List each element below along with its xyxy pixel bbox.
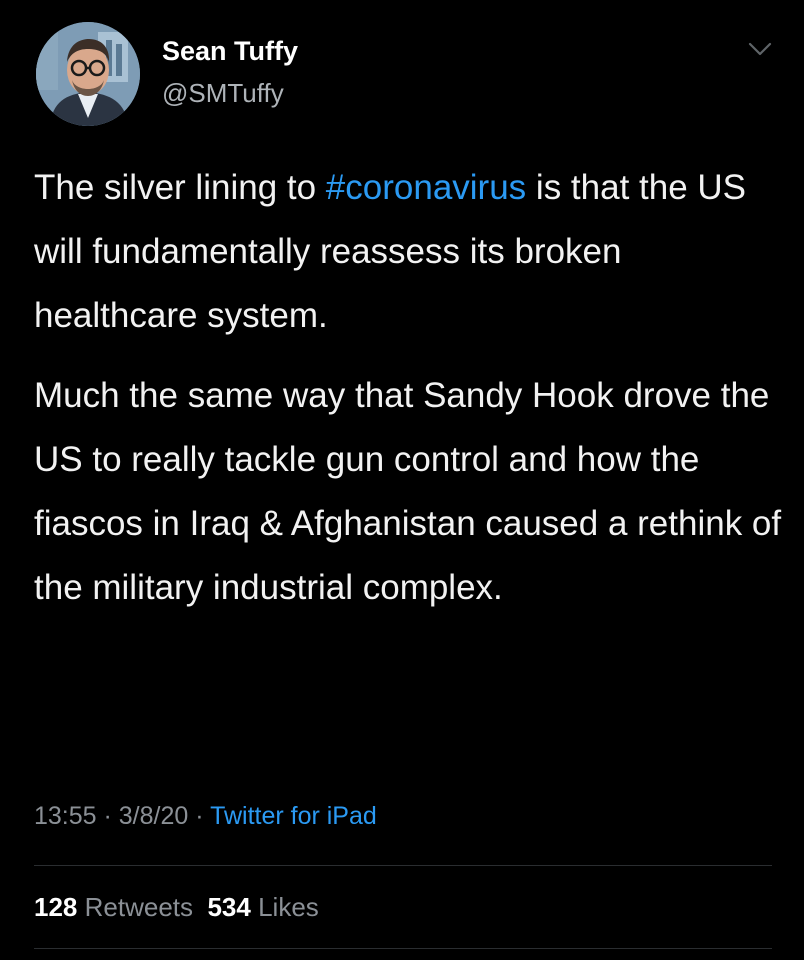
hashtag-link[interactable]: #coronavirus xyxy=(326,168,526,207)
author-handle[interactable]: @SMTuffy xyxy=(162,78,284,109)
tweet-source-link[interactable]: Twitter for iPad xyxy=(210,802,377,830)
tweet-paragraph-1: The silver lining to #coronavirus is tha… xyxy=(34,156,784,348)
tweet: Sean Tuffy @SMTuffy The silver lining to… xyxy=(0,0,804,960)
likes-stat[interactable]: 534 Likes xyxy=(207,892,318,922)
meta-separator: · xyxy=(188,802,211,830)
divider xyxy=(34,865,772,866)
tweet-time[interactable]: 13:55 xyxy=(34,802,97,830)
divider xyxy=(34,948,772,949)
tweet-text: The silver lining to #coronavirus is tha… xyxy=(34,156,784,620)
retweets-label: Retweets xyxy=(84,892,194,922)
tweet-paragraph-2: Much the same way that Sandy Hook drove … xyxy=(34,376,782,607)
retweets-count: 128 xyxy=(34,892,78,922)
author-display-name[interactable]: Sean Tuffy xyxy=(162,36,298,67)
likes-count: 534 xyxy=(207,892,251,922)
tweet-stats: 128 Retweets 534 Likes xyxy=(34,892,319,923)
likes-label: Likes xyxy=(258,892,319,922)
chevron-down-icon[interactable] xyxy=(746,38,774,60)
tweet-text-part: The silver lining to xyxy=(34,168,326,207)
tweet-meta: 13:55 · 3/8/20 · Twitter for iPad xyxy=(34,802,377,831)
retweets-stat[interactable]: 128 Retweets xyxy=(34,892,193,922)
avatar[interactable] xyxy=(36,22,140,126)
meta-separator: · xyxy=(96,802,119,830)
tweet-date[interactable]: 3/8/20 xyxy=(119,802,189,830)
profile-photo-icon xyxy=(36,22,140,126)
